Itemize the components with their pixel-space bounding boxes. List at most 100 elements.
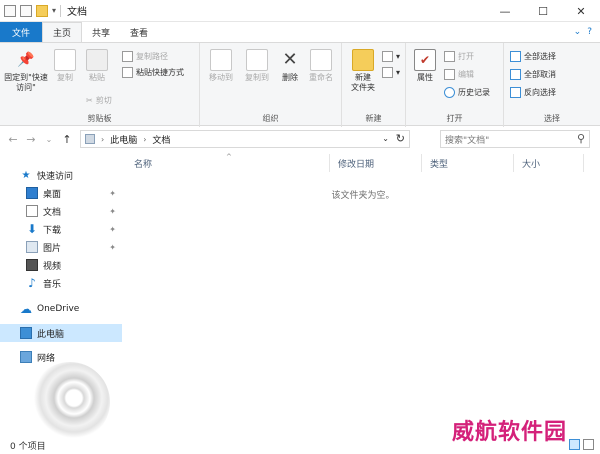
new-item-button[interactable]: ▾ [382,51,400,62]
clipboard-group: 📌 固定到"快速访问" 复制 粘贴 复制路径 粘贴快捷方式 ✂ 剪切 剪贴板 [0,43,200,127]
move-to-button[interactable]: 移动到 [204,49,238,83]
column-header-name[interactable]: 名称 ^ [126,153,330,172]
search-icon: ⚲ [576,132,585,145]
download-arrow-icon: ⬇ [26,222,38,236]
select-all-icon [510,51,521,62]
minimize-button[interactable]: — [486,0,524,22]
tab-view[interactable]: 查看 [120,22,158,42]
breadcrumb-this-pc[interactable]: 此电脑 [110,133,137,146]
tab-share[interactable]: 共享 [82,22,120,42]
paste-icon [86,49,108,71]
pin-icon[interactable]: ✦ [109,243,116,252]
properties-button[interactable]: ✔ 属性 [410,49,440,83]
copy-button[interactable]: 复制 [50,49,80,83]
open-group: ✔ 属性 打开 编辑 历史记录 打开 [406,43,504,127]
properties-check-icon: ✔ [414,49,436,71]
column-header-date-modified[interactable]: 修改日期 [330,154,422,172]
pin-icon[interactable]: ✦ [109,207,116,216]
maximize-button[interactable]: ☐ [524,0,562,22]
rename-button[interactable]: 重命名 [304,49,338,83]
copy-to-button[interactable]: 复制到 [240,49,274,83]
new-folder-button[interactable]: 新建 文件夹 [346,49,380,93]
move-to-icon [210,49,232,71]
up-arrow-icon[interactable]: ↑ [58,133,76,146]
ribbon-tabs: 文件 主页 共享 查看 ⌄ ? [0,22,600,42]
chevron-right-icon[interactable]: › [143,135,146,144]
tab-home[interactable]: 主页 [42,22,83,42]
search-input[interactable]: 搜索"文档" ⚲ [440,130,590,148]
history-icon [444,87,455,98]
tab-file[interactable]: 文件 [0,22,43,42]
copy-path-button[interactable]: 复制路径 [122,51,168,62]
details-view-icon[interactable] [569,439,580,450]
chevron-right-icon[interactable]: › [101,135,104,144]
watermark-text: 威航软件园 [452,420,568,445]
nav-music[interactable]: ♪ 音乐 [0,274,122,292]
ribbon-expand-chevron-icon[interactable]: ⌄ [574,27,582,37]
properties-icon[interactable] [4,4,16,17]
refresh-icon[interactable]: ↻ [396,132,405,145]
item-count: 0 个项目 [10,441,46,452]
computer-icon [85,134,95,144]
nav-quick-access[interactable]: ★ 快速访问 [0,166,122,184]
pictures-icon [26,241,38,253]
folder-icon[interactable] [36,4,48,17]
edit-button[interactable]: 编辑 [444,69,474,80]
pin-icon[interactable]: ✦ [109,189,116,198]
sort-chevron-up-icon: ^ [226,153,232,161]
cut-button[interactable]: ✂ 剪切 [86,95,112,106]
select-none-button[interactable]: 全部取消 [510,69,556,80]
nav-this-pc[interactable]: 此电脑 [0,324,122,342]
large-icons-view-icon[interactable] [583,439,594,450]
new-item-icon [382,51,393,62]
easy-access-icon [382,67,393,78]
column-header-size[interactable]: 大小 [514,154,584,172]
copy-path-icon [122,51,133,62]
history-button[interactable]: 历史记录 [444,87,490,98]
file-list: 名称 ^ 修改日期 类型 大小 该文件夹为空。 [126,152,600,436]
nav-desktop[interactable]: 桌面 ✦ [0,184,122,202]
new-group: 新建 文件夹 ▾ ▾ 新建 [342,43,406,127]
nav-onedrive[interactable]: ☁ OneDrive [0,300,122,318]
help-icon[interactable]: ? [587,27,592,37]
nav-videos[interactable]: 视频 [0,256,122,274]
nav-pictures[interactable]: 图片 ✦ [0,238,122,256]
empty-folder-message: 该文件夹为空。 [331,191,395,201]
nav-documents[interactable]: 文档 ✦ [0,202,122,220]
forward-arrow-icon[interactable]: → [22,133,40,146]
group-label: 打开 [446,114,463,123]
videos-icon [26,259,38,271]
delete-button[interactable]: ✕ 删除 [276,49,304,83]
new-document-icon[interactable] [20,4,32,17]
pin-to-quick-access-button[interactable]: 📌 固定到"快速访问" [4,49,48,93]
paste-shortcut-button[interactable]: 粘贴快捷方式 [122,67,184,78]
title-bar: ▾ 文档 — ☐ ✕ [0,0,600,22]
chevron-down-icon: ▾ [396,52,401,61]
nav-downloads[interactable]: ⬇ 下载 ✦ [0,220,122,238]
paste-shortcut-icon [122,67,133,78]
pin-icon[interactable]: ✦ [109,225,116,234]
group-label: 选择 [544,114,560,123]
select-all-button[interactable]: 全部选择 [510,51,556,62]
rename-icon [310,49,332,71]
address-history-chevron-down-icon[interactable]: ⌄ [382,134,389,143]
back-arrow-icon[interactable]: ← [4,133,22,146]
organize-group: 移动到 复制到 ✕ 删除 重命名 组织 [200,43,342,127]
close-button[interactable]: ✕ [562,0,600,22]
breadcrumb-documents[interactable]: 文档 [152,133,170,146]
open-button[interactable]: 打开 [444,51,474,62]
paste-button[interactable]: 粘贴 [82,49,112,83]
column-header-type[interactable]: 类型 [422,154,514,172]
copy-icon [54,49,76,71]
easy-access-button[interactable]: ▾ [382,67,400,78]
music-note-icon: ♪ [28,276,36,290]
open-icon [444,51,455,62]
recent-chevron-down-icon[interactable]: ⌄ [40,135,58,144]
invert-selection-button[interactable]: 反向选择 [510,87,556,98]
decorative-swirl [30,362,110,442]
customize-chevron-down-icon[interactable]: ▾ [52,6,56,15]
ribbon: 📌 固定到"快速访问" 复制 粘贴 复制路径 粘贴快捷方式 ✂ 剪切 剪贴板 移… [0,42,600,127]
divider [60,4,62,17]
computer-icon [20,327,32,339]
address-bar[interactable]: › 此电脑 › 文档 ⌄ ↻ [80,130,410,148]
